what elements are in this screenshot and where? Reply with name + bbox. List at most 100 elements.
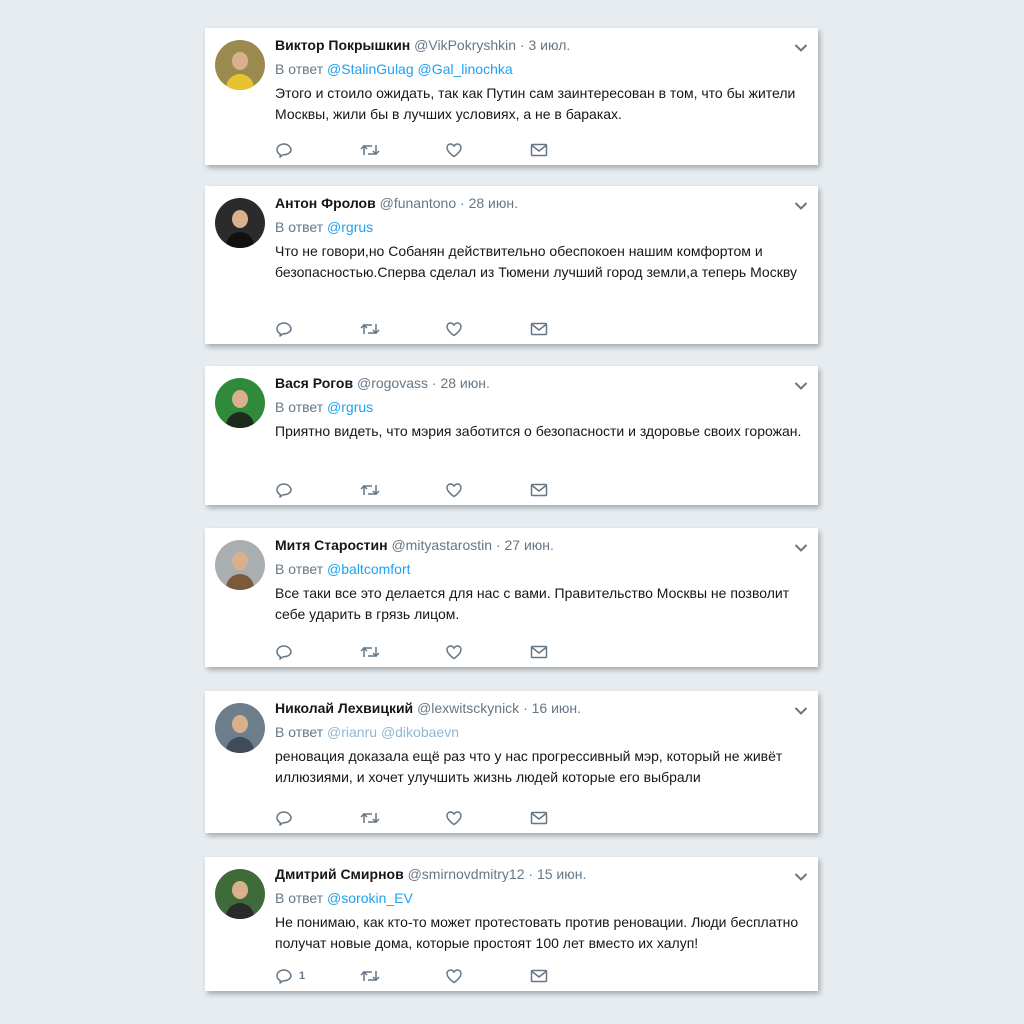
tweet-header: Вася Рогов @rogovass · 28 июн. bbox=[275, 374, 804, 392]
reply-prefix: В ответ bbox=[275, 219, 324, 235]
like-icon[interactable] bbox=[445, 142, 463, 158]
direct-message-icon[interactable] bbox=[530, 810, 548, 826]
user-name[interactable]: Виктор Покрышкин bbox=[275, 37, 410, 53]
tweet-date[interactable]: 28 июн. bbox=[469, 195, 518, 211]
tweet-text: Все таки все это делается для нас с вами… bbox=[275, 585, 790, 622]
reply-to-line: В ответ @rgrus bbox=[275, 218, 804, 236]
user-handle[interactable]: @VikPokryshkin bbox=[414, 37, 516, 53]
tweet-header: Митя Старостин @mityastarostin · 27 июн. bbox=[275, 536, 804, 554]
reply-count: 1 bbox=[299, 970, 306, 982]
reply-icon[interactable]: 1 bbox=[275, 968, 305, 984]
user-name[interactable]: Вася Рогов bbox=[275, 375, 353, 391]
reply-icon[interactable] bbox=[275, 644, 293, 660]
retweet-icon[interactable] bbox=[359, 482, 381, 498]
reply-to-line: В ответ @sorokin_EV bbox=[275, 889, 804, 907]
tweet-content: Антон Фролов @funantono · 28 июн. В ответ… bbox=[275, 186, 804, 283]
user-handle[interactable]: @rogovass bbox=[357, 375, 428, 391]
tweet-date[interactable]: 3 июл. bbox=[529, 37, 571, 53]
mention-link[interactable]: @dikobaevn bbox=[381, 724, 459, 740]
user-handle[interactable]: @smirnovdmitry12 bbox=[408, 866, 525, 882]
like-icon[interactable] bbox=[445, 321, 463, 337]
like-icon[interactable] bbox=[445, 644, 463, 660]
tweet-card[interactable]: Антон Фролов @funantono · 28 июн. В ответ… bbox=[205, 186, 818, 344]
retweet-icon[interactable] bbox=[359, 142, 381, 158]
mention-link[interactable]: @baltcomfort bbox=[327, 561, 410, 577]
reply-icon[interactable] bbox=[275, 321, 293, 337]
user-name[interactable]: Антон Фролов bbox=[275, 195, 376, 211]
like-icon[interactable] bbox=[445, 968, 463, 984]
tweet-date[interactable]: 16 июн. bbox=[532, 700, 581, 716]
avatar-head bbox=[232, 210, 248, 228]
tweet-content: Митя Старостин @mityastarostin · 27 июн.… bbox=[275, 528, 804, 625]
reply-to-line: В ответ @StalinGulag @Gal_linochka bbox=[275, 60, 804, 78]
chevron-down-icon[interactable] bbox=[794, 378, 808, 390]
tweet-date[interactable]: 28 июн. bbox=[440, 375, 489, 391]
user-name[interactable]: Митя Старостин bbox=[275, 537, 388, 553]
tweet-date[interactable]: 15 июн. bbox=[537, 866, 586, 882]
tweet-content: Николай Лехвицкий @lexwitsckynick · 16 и… bbox=[275, 691, 804, 788]
avatar-torso bbox=[226, 903, 254, 919]
reply-to-line: В ответ @baltcomfort bbox=[275, 560, 804, 578]
retweet-icon[interactable] bbox=[359, 968, 381, 984]
reply-icon[interactable] bbox=[275, 142, 293, 158]
chevron-down-icon[interactable] bbox=[794, 198, 808, 210]
avatar-torso bbox=[226, 412, 254, 428]
mention-link[interactable]: @rgrus bbox=[327, 219, 373, 235]
user-name[interactable]: Николай Лехвицкий bbox=[275, 700, 413, 716]
user-name[interactable]: Дмитрий Смирнов bbox=[275, 866, 404, 882]
chevron-down-icon[interactable] bbox=[794, 869, 808, 881]
tweet-content: Виктор Покрышкин @VikPokryshkin · 3 июл.… bbox=[275, 28, 804, 125]
direct-message-icon[interactable] bbox=[530, 482, 548, 498]
avatar[interactable] bbox=[215, 378, 265, 428]
avatar-torso bbox=[226, 737, 254, 753]
direct-message-icon[interactable] bbox=[530, 321, 548, 337]
tweet-card[interactable]: Вася Рогов @rogovass · 28 июн. В ответ @r… bbox=[205, 366, 818, 505]
avatar-head bbox=[232, 552, 248, 570]
chevron-down-icon[interactable] bbox=[794, 540, 808, 552]
reply-prefix: В ответ bbox=[275, 724, 324, 740]
separator-dot: · bbox=[524, 866, 537, 882]
avatar[interactable] bbox=[215, 198, 265, 248]
avatar-head bbox=[232, 881, 248, 899]
tweet-header: Николай Лехвицкий @lexwitsckynick · 16 и… bbox=[275, 699, 804, 717]
mention-link[interactable]: @sorokin_EV bbox=[327, 890, 413, 906]
user-handle[interactable]: @lexwitsckynick bbox=[417, 700, 519, 716]
avatar[interactable] bbox=[215, 540, 265, 590]
mention-link[interactable]: @StalinGulag bbox=[327, 61, 414, 77]
mention-link[interactable]: @rgrus bbox=[327, 399, 373, 415]
direct-message-icon[interactable] bbox=[530, 644, 548, 660]
retweet-icon[interactable] bbox=[359, 644, 381, 660]
avatar[interactable] bbox=[215, 869, 265, 919]
tweet-card[interactable]: Митя Старостин @mityastarostin · 27 июн.… bbox=[205, 528, 818, 667]
mention-link[interactable]: @rianru bbox=[327, 724, 377, 740]
chevron-down-icon[interactable] bbox=[794, 40, 808, 52]
mention-link[interactable]: @Gal_linochka bbox=[418, 61, 513, 77]
avatar-torso bbox=[226, 232, 254, 248]
user-handle[interactable]: @funantono bbox=[380, 195, 457, 211]
reply-prefix: В ответ bbox=[275, 561, 324, 577]
user-handle[interactable]: @mityastarostin bbox=[391, 537, 492, 553]
avatar-head bbox=[232, 390, 248, 408]
reply-icon[interactable] bbox=[275, 482, 293, 498]
tweet-date[interactable]: 27 июн. bbox=[504, 537, 553, 553]
tweet-content: Дмитрий Смирнов @smirnovdmitry12 · 15 ию… bbox=[275, 857, 804, 954]
avatar[interactable] bbox=[215, 40, 265, 90]
retweet-icon[interactable] bbox=[359, 321, 381, 337]
like-icon[interactable] bbox=[445, 482, 463, 498]
retweet-icon[interactable] bbox=[359, 810, 381, 826]
direct-message-icon[interactable] bbox=[530, 142, 548, 158]
direct-message-icon[interactable] bbox=[530, 968, 548, 984]
separator-dot: · bbox=[428, 375, 441, 391]
reply-icon[interactable] bbox=[275, 810, 293, 826]
tweet-card[interactable]: Дмитрий Смирнов @smirnovdmitry12 · 15 ию… bbox=[205, 857, 818, 991]
separator-dot: · bbox=[456, 195, 469, 211]
chevron-down-icon[interactable] bbox=[794, 703, 808, 715]
tweet-header: Антон Фролов @funantono · 28 июн. bbox=[275, 194, 804, 212]
avatar-head bbox=[232, 715, 248, 733]
avatar[interactable] bbox=[215, 703, 265, 753]
tweet-card[interactable]: Виктор Покрышкин @VikPokryshkin · 3 июл.… bbox=[205, 28, 818, 165]
tweet-text: реновация доказала ещё раз что у нас про… bbox=[275, 748, 783, 785]
tweet-card[interactable]: Николай Лехвицкий @lexwitsckynick · 16 и… bbox=[205, 691, 818, 833]
tweet-text: Приятно видеть, что мэрия заботится о бе… bbox=[275, 423, 802, 439]
like-icon[interactable] bbox=[445, 810, 463, 826]
